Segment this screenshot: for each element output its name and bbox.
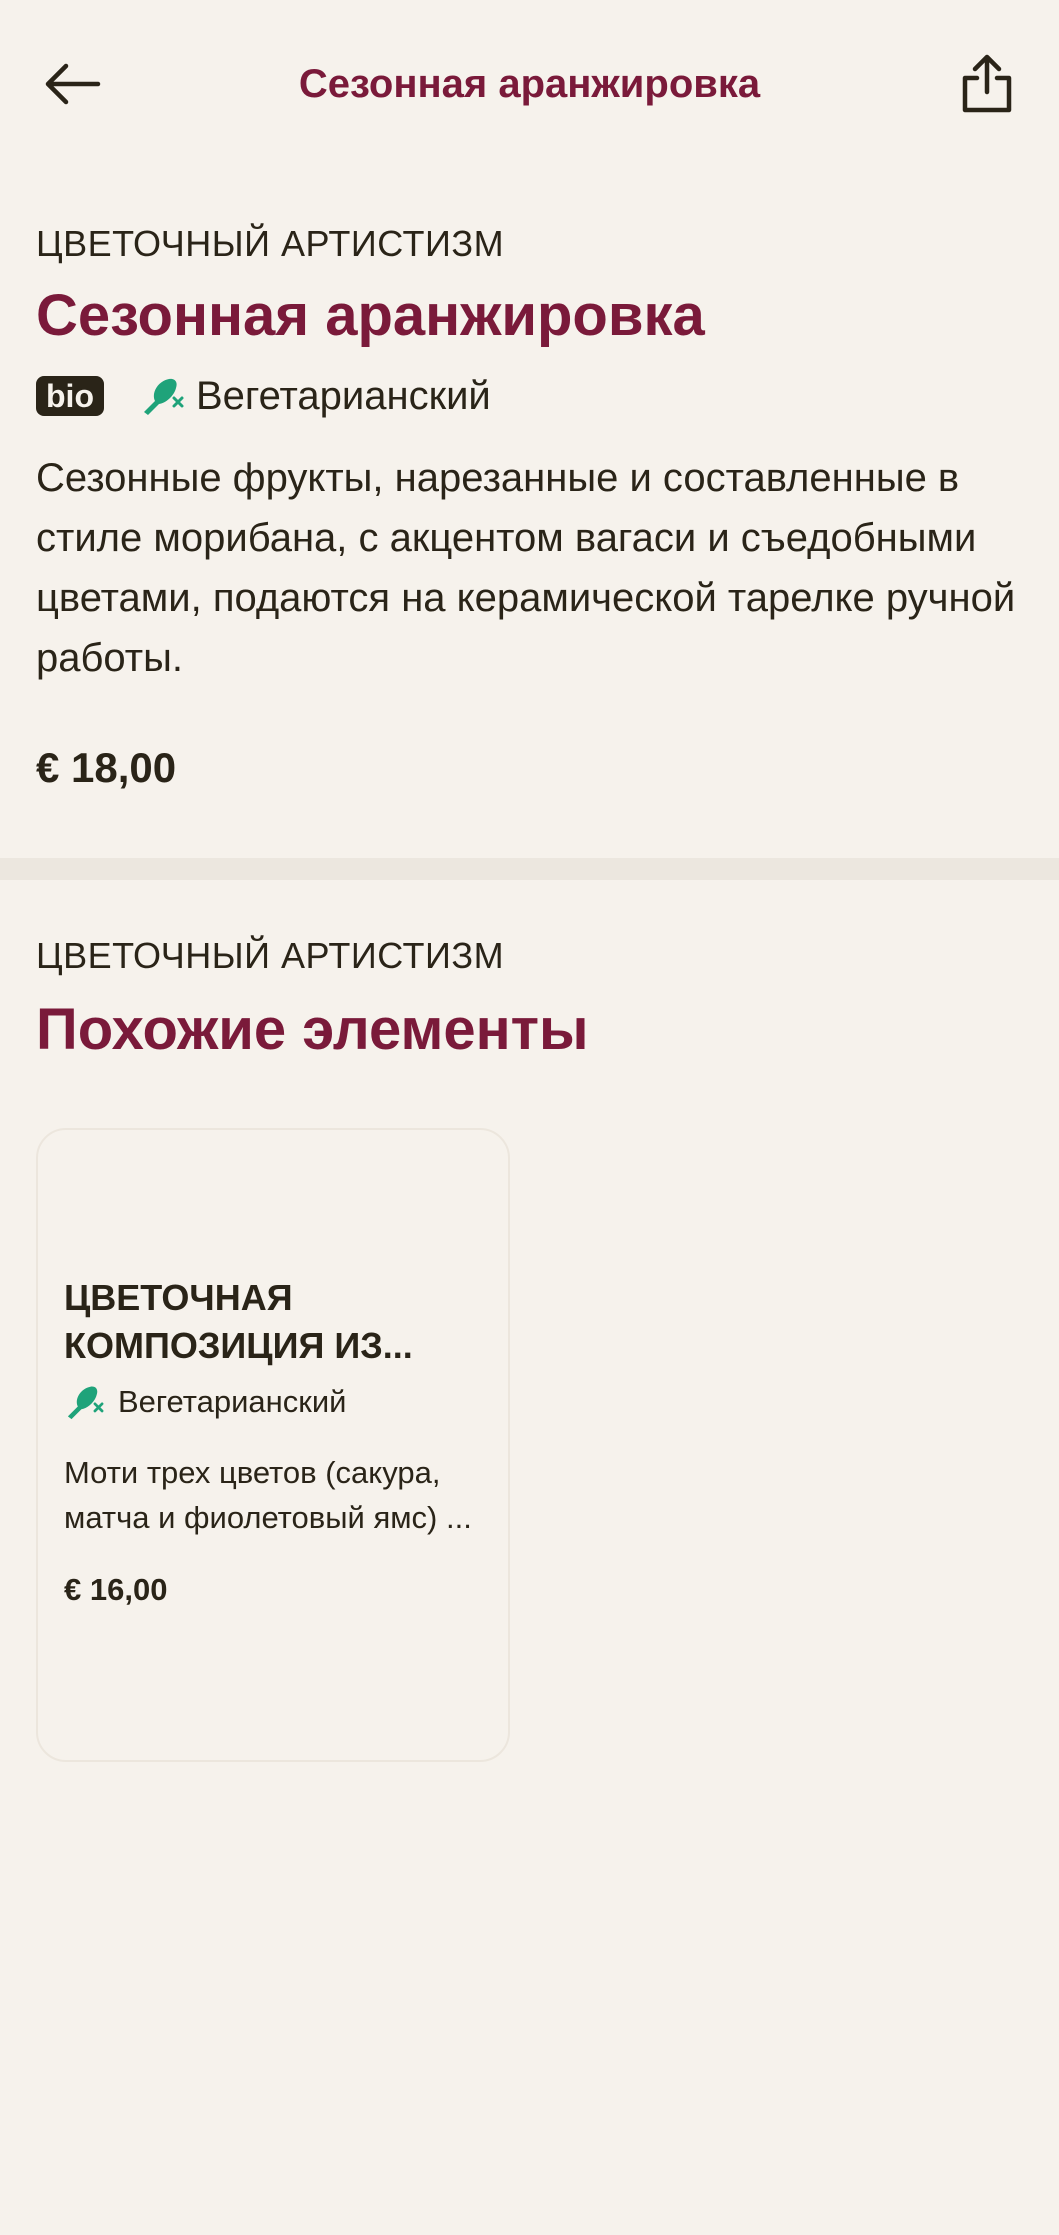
share-button[interactable]	[943, 44, 1031, 124]
product-description: Сезонные фрукты, нарезанные и составленн…	[36, 456, 1016, 680]
menu-item-detail-screen: Сезонная аранжировка ЦВЕТОЧНЫЙ АРТИСТИЗМ…	[0, 0, 1059, 2235]
vegetarian-tag: Вегетарианский	[140, 374, 491, 419]
product-tags: bio Вегетарианский	[36, 370, 1023, 422]
share-icon	[962, 54, 1012, 113]
top-bar: Сезонная аранжировка	[0, 0, 1059, 168]
similar-items-section: ЦВЕТОЧНЫЙ АРТИСТИЗМ Похожие элементы	[36, 932, 1023, 1066]
arrow-left-icon	[45, 63, 101, 105]
vegetarian-label: Вегетарианский	[195, 373, 491, 418]
product-title: Сезонная аранжировка	[36, 283, 705, 348]
product-price: € 18,00	[36, 744, 177, 791]
vegetarian-icon	[143, 378, 184, 415]
card-price: € 16,00	[64, 1572, 168, 1607]
vegetarian-icon	[67, 1386, 104, 1420]
bio-badge: bio	[36, 376, 104, 416]
card-vegetarian-label: Вегетарианский	[118, 1384, 347, 1419]
header-title: Сезонная аранжировка	[298, 62, 761, 106]
similar-title: Похожие элементы	[36, 997, 589, 1062]
section-divider	[0, 858, 1059, 880]
similar-item-card[interactable]: ЦВЕТОЧНАЯ КОМПОЗИЦИЯ ИЗ... Вегетариански…	[36, 1128, 510, 1762]
product-category: ЦВЕТОЧНЫЙ АРТИСТИЗМ	[36, 223, 505, 264]
product-details: ЦВЕТОЧНЫЙ АРТИСТИЗМ Сезонная аранжировка…	[36, 220, 1023, 796]
back-button[interactable]	[28, 44, 116, 124]
card-title: ЦВЕТОЧНАЯ КОМПОЗИЦИЯ ИЗ...	[64, 1277, 413, 1366]
card-vegetarian-tag: Вегетарианский	[64, 1380, 494, 1424]
card-content: ЦВЕТОЧНАЯ КОМПОЗИЦИЯ ИЗ... Вегетариански…	[64, 1274, 494, 1612]
similar-category: ЦВЕТОЧНЫЙ АРТИСТИЗМ	[36, 935, 505, 976]
card-description: Моти трех цветов (сакура, матча и фиолет…	[64, 1455, 472, 1535]
